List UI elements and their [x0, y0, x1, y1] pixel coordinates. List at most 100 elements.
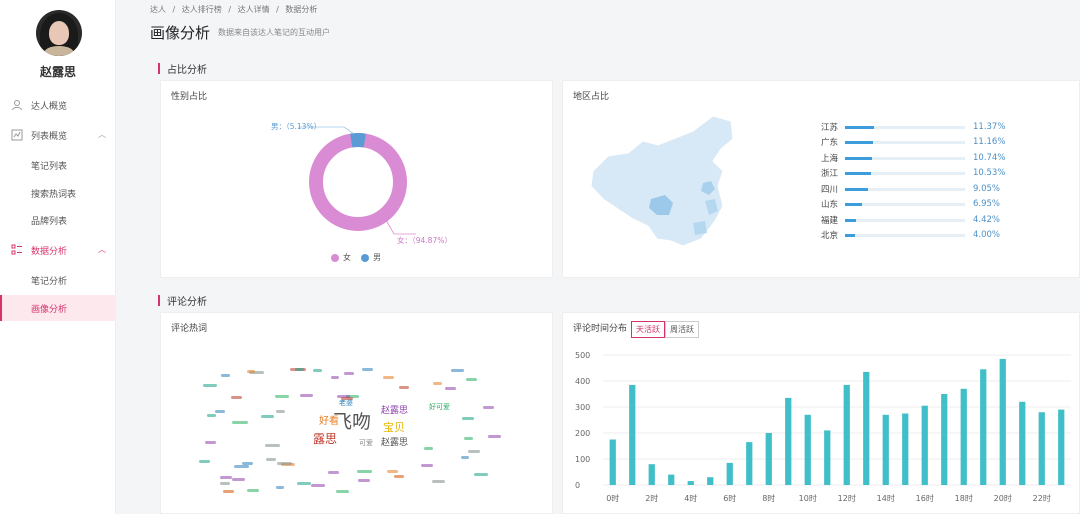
word-cloud-filler	[310, 484, 326, 488]
bar[interactable]	[746, 442, 753, 485]
sidebar-item-portrait-analysis[interactable]: 画像分析	[0, 295, 116, 321]
x-tick-label: 2时	[645, 493, 658, 503]
bar[interactable]	[843, 384, 850, 485]
sidebar-item-label: 画像分析	[31, 304, 68, 315]
word-cloud-word[interactable]: 露思	[313, 433, 337, 445]
sidebar-item-list-overview[interactable]: 列表概览 ︿	[0, 122, 116, 148]
bar[interactable]	[1038, 412, 1045, 485]
word-cloud-word[interactable]: 赵露思	[381, 407, 408, 416]
word-cloud-filler	[275, 394, 290, 398]
region-row: 江苏 11.37%	[821, 122, 1006, 133]
avatar[interactable]	[36, 10, 82, 56]
bar[interactable]	[668, 474, 675, 485]
bar[interactable]	[629, 384, 636, 485]
y-tick-label: 500	[575, 351, 590, 360]
bar[interactable]	[707, 477, 714, 485]
bar[interactable]	[921, 405, 928, 485]
word-cloud-filler	[313, 369, 323, 373]
bar[interactable]	[726, 462, 733, 485]
word-cloud-filler	[421, 463, 434, 467]
bar[interactable]	[687, 481, 694, 485]
sidebar-item-notes[interactable]: 笔记列表	[0, 152, 116, 178]
breadcrumb-link[interactable]: 达人详情	[238, 5, 270, 14]
word-cloud-filler	[487, 434, 502, 438]
y-tick-label: 200	[575, 429, 590, 438]
x-tick-label: 12时	[838, 493, 856, 503]
region-bar	[845, 218, 856, 222]
region-bar	[845, 156, 872, 160]
region-bar	[845, 202, 862, 206]
word-cloud-filler	[297, 482, 312, 486]
word-cloud-filler	[474, 473, 489, 477]
sidebar-item-label: 达人概览	[31, 101, 68, 112]
user-icon	[10, 98, 24, 112]
sidebar: 赵露思 达人概览 列表概览 ︿ 笔记列表 搜索热词表 品牌列表 数据分析 ︿ 笔…	[0, 0, 116, 514]
donut-male-slice[interactable]	[350, 133, 366, 148]
word-cloud-filler	[394, 474, 404, 478]
word-cloud-word[interactable]: 老婆	[339, 400, 353, 407]
bar[interactable]	[648, 464, 655, 485]
bar[interactable]	[1019, 401, 1026, 485]
x-tick-label: 10时	[799, 493, 817, 503]
breadcrumb-link[interactable]: 达人	[150, 5, 166, 14]
word-cloud-filler	[386, 469, 399, 473]
word-cloud-word[interactable]: 好可爱	[429, 404, 450, 411]
bar[interactable]	[804, 414, 811, 485]
section-title-comment: 评论分析	[158, 293, 207, 308]
word-cloud-word[interactable]: 可爱	[359, 440, 373, 447]
bar[interactable]	[999, 358, 1006, 485]
word-cloud-filler	[432, 480, 445, 484]
word-cloud-word[interactable]: 赵露思	[381, 439, 408, 448]
sidebar-item-label: 品牌列表	[31, 216, 68, 227]
word-cloud-filler	[299, 394, 314, 398]
word-cloud-word[interactable]: 宝贝	[383, 422, 405, 433]
sidebar-item-search-terms[interactable]: 搜索热词表	[0, 180, 116, 206]
legend-male-dot	[361, 253, 369, 262]
sidebar-item-brands[interactable]: 品牌列表	[0, 207, 116, 233]
y-tick-label: 400	[575, 377, 590, 386]
bar[interactable]	[785, 397, 792, 485]
word-cloud-filler	[233, 464, 249, 468]
word-cloud-filler	[215, 409, 226, 413]
word-cloud-filler	[220, 373, 231, 377]
region-bar	[845, 125, 874, 129]
bar[interactable]	[824, 430, 831, 485]
bar[interactable]	[1058, 409, 1065, 485]
word-cloud-filler	[383, 375, 395, 379]
word-cloud-filler	[203, 384, 217, 388]
bar[interactable]	[960, 388, 967, 485]
chevron-up-icon: ︿	[98, 245, 106, 254]
bar[interactable]	[765, 433, 772, 485]
sidebar-item-overview[interactable]: 达人概览	[0, 92, 116, 118]
word-cloud-filler	[222, 489, 235, 493]
bar[interactable]	[863, 371, 870, 485]
x-tick-label: 0时	[606, 493, 619, 503]
card-title: 地区占比	[573, 92, 610, 102]
sidebar-item-note-analysis[interactable]: 笔记分析	[0, 267, 116, 293]
word-cloud-filler	[264, 444, 281, 448]
donut-female-slice[interactable]	[309, 133, 407, 231]
region-bar	[845, 233, 855, 237]
bar[interactable]	[902, 413, 909, 486]
sidebar-item-data-analysis[interactable]: 数据分析 ︿	[0, 237, 116, 263]
time-chart-card: 评论时间分布 天活跃 周活跃 0 100 200 300 400 500 0时 2时 4时 6时 8…	[562, 312, 1080, 514]
word-cloud-word[interactable]: 好看	[319, 417, 339, 427]
y-tick-label: 0	[575, 481, 580, 490]
word-cloud-filler	[336, 489, 350, 493]
word-cloud-filler	[461, 417, 474, 421]
word-cloud: 飞吻 露思 好看 宝贝 赵露思 赵露思 可爱 好可爱 老婆	[161, 313, 554, 514]
bar[interactable]	[941, 394, 948, 485]
word-cloud-filler	[357, 469, 372, 473]
username: 赵露思	[39, 65, 76, 79]
bar[interactable]	[980, 369, 987, 485]
bar[interactable]	[882, 414, 889, 485]
gender-card: 性别占比 男：（5.13%） 女：（94.87%） 女 男	[160, 80, 553, 278]
bar[interactable]	[609, 439, 616, 486]
region-row: 北京 4.00%	[821, 230, 1001, 241]
legend-male[interactable]: 男	[373, 252, 381, 263]
legend-female[interactable]: 女	[343, 252, 351, 263]
y-tick-label: 100	[575, 455, 590, 464]
sidebar-item-label: 搜索热词表	[31, 189, 77, 200]
breadcrumb-link[interactable]: 达人排行榜	[182, 5, 222, 14]
word-cloud-filler	[466, 378, 478, 382]
